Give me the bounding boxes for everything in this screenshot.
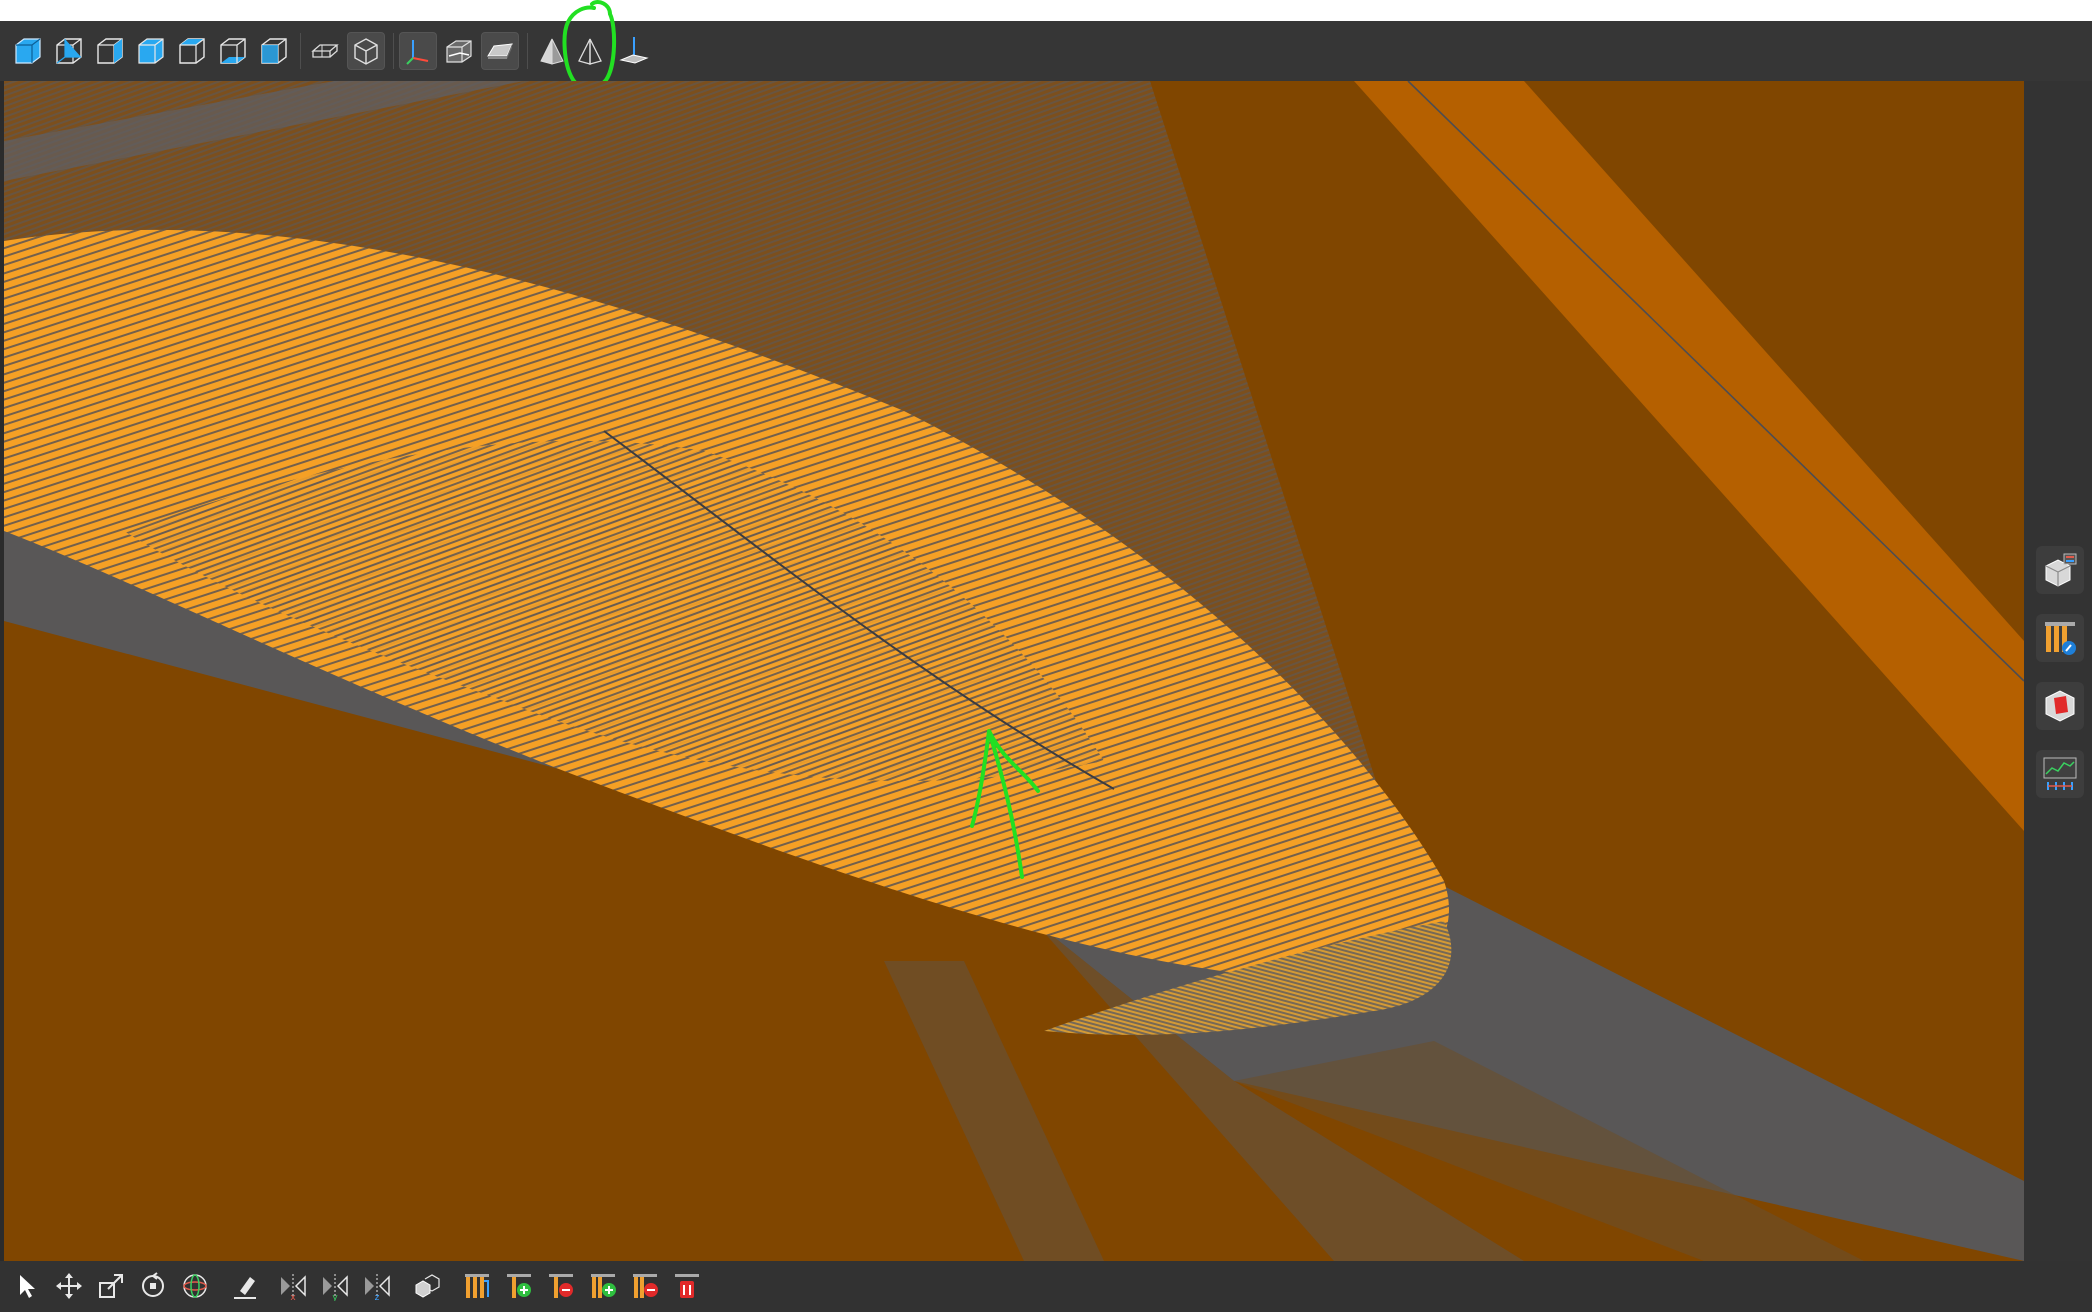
- right-dock-panel: [2024, 81, 2092, 1261]
- bounding-box-toggle-icon[interactable]: [440, 32, 478, 70]
- title-strip: [0, 0, 2092, 21]
- orbit-icon[interactable]: [176, 1267, 214, 1305]
- select-arrow-icon[interactable]: [8, 1267, 46, 1305]
- toolbar-separator: [300, 33, 301, 69]
- rotate-icon[interactable]: [134, 1267, 172, 1305]
- toolbar-separator: [393, 33, 394, 69]
- svg-text:x: x: [290, 1293, 296, 1301]
- orthographic-toggle-icon[interactable]: [306, 32, 344, 70]
- toolbar-separator: [527, 33, 528, 69]
- toolpath-editor-icon[interactable]: [2036, 614, 2084, 662]
- view-back-icon[interactable]: [50, 32, 88, 70]
- analysis-graph-icon[interactable]: [2036, 750, 2084, 798]
- stock-model-icon[interactable]: [2036, 682, 2084, 730]
- shaded-display-icon[interactable]: [481, 32, 519, 70]
- 3d-viewport[interactable]: [4, 81, 2024, 1261]
- svg-text:z: z: [375, 1293, 380, 1301]
- mirror-x-icon[interactable]: x: [274, 1267, 312, 1305]
- move-icon[interactable]: [50, 1267, 88, 1305]
- axes-toggle-icon[interactable]: [399, 32, 437, 70]
- annotation-circle: [562, 0, 617, 90]
- view-iso-icon[interactable]: [255, 32, 293, 70]
- measure-icon[interactable]: [226, 1267, 264, 1305]
- toolpath-icon[interactable]: [458, 1267, 496, 1305]
- instance-icon[interactable]: [408, 1267, 446, 1305]
- scale-icon[interactable]: [92, 1267, 130, 1305]
- toolpath-delete-icon[interactable]: [626, 1267, 664, 1305]
- model-tree-icon[interactable]: [2036, 546, 2084, 594]
- edit-toolbar: x y z: [0, 1261, 2092, 1312]
- view-left-icon[interactable]: [91, 32, 129, 70]
- toolpath-insert-icon[interactable]: [584, 1267, 622, 1305]
- view-front-icon[interactable]: [9, 32, 47, 70]
- mirror-z-icon[interactable]: z: [358, 1267, 396, 1305]
- view-top-icon[interactable]: [173, 32, 211, 70]
- view-toolbar: [0, 21, 2092, 81]
- view-bottom-icon[interactable]: [214, 32, 252, 70]
- toolpath-remove-icon[interactable]: [542, 1267, 580, 1305]
- perspective-toggle-icon[interactable]: [347, 32, 385, 70]
- toolpath-add-icon[interactable]: [500, 1267, 538, 1305]
- mirror-y-icon[interactable]: y: [316, 1267, 354, 1305]
- svg-text:y: y: [332, 1293, 338, 1301]
- view-right-icon[interactable]: [132, 32, 170, 70]
- toolpath-clear-icon[interactable]: [668, 1267, 706, 1305]
